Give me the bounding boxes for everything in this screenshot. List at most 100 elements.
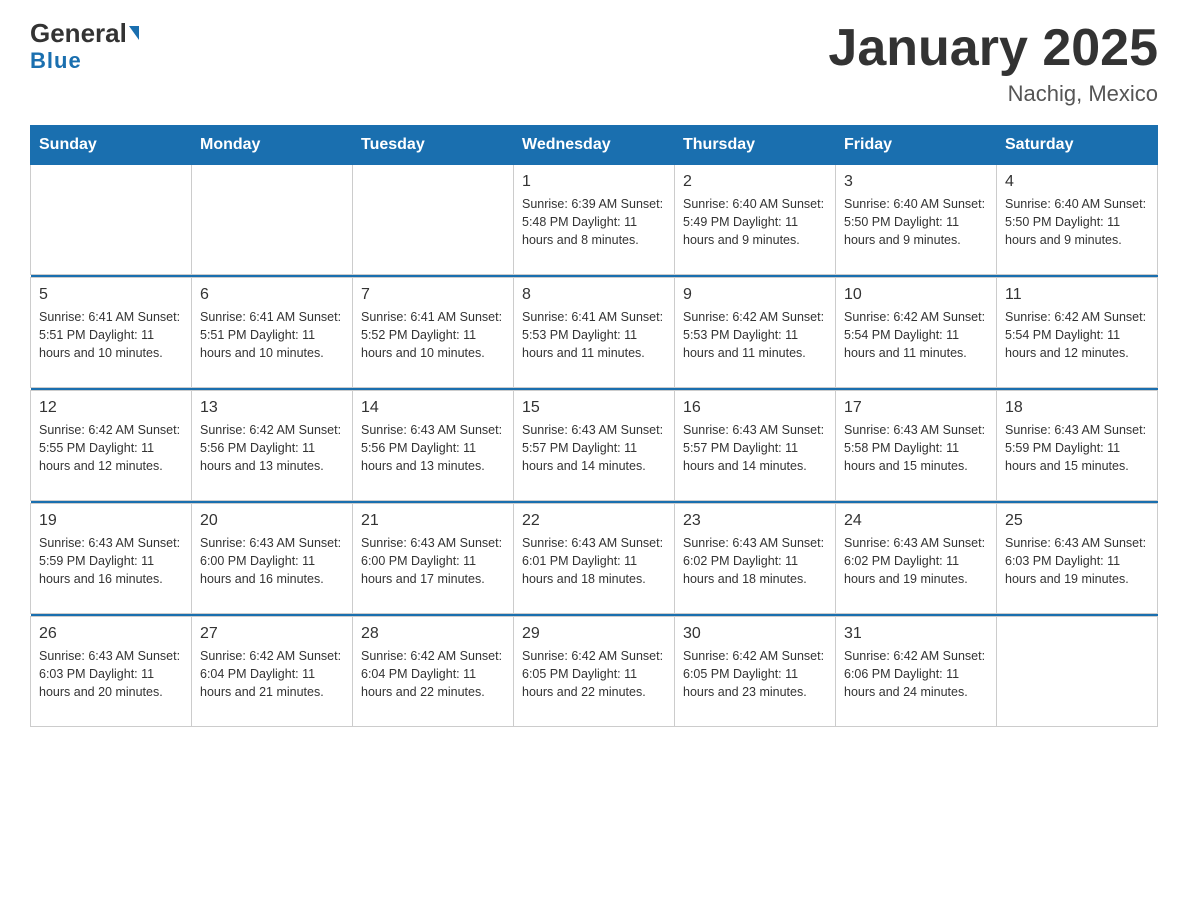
calendar-week-row: 1Sunrise: 6:39 AM Sunset: 5:48 PM Daylig… <box>31 165 1158 275</box>
day-number: 4 <box>1005 173 1149 191</box>
calendar-cell <box>31 165 192 275</box>
day-number: 9 <box>683 286 827 304</box>
day-number: 8 <box>522 286 666 304</box>
day-info: Sunrise: 6:40 AM Sunset: 5:49 PM Dayligh… <box>683 195 827 249</box>
day-number: 7 <box>361 286 505 304</box>
day-number: 18 <box>1005 399 1149 417</box>
day-number: 28 <box>361 625 505 643</box>
day-info: Sunrise: 6:42 AM Sunset: 6:04 PM Dayligh… <box>200 647 344 701</box>
day-info: Sunrise: 6:43 AM Sunset: 5:59 PM Dayligh… <box>39 534 183 588</box>
day-info: Sunrise: 6:43 AM Sunset: 6:03 PM Dayligh… <box>39 647 183 701</box>
day-number: 5 <box>39 286 183 304</box>
calendar-cell: 12 Sunrise: 6:42 AM Sunset: 5:55 PM Dayli… <box>31 391 192 501</box>
day-number: 31 <box>844 625 988 643</box>
day-number: 14 <box>361 399 505 417</box>
day-info: Sunrise: 6:41 AM Sunset: 5:51 PM Dayligh… <box>39 308 183 362</box>
calendar-table: SundayMondayTuesdayWednesdayThursdayFrid… <box>30 125 1158 727</box>
calendar-cell <box>192 165 353 275</box>
day-info: Sunrise: 6:42 AM Sunset: 5:56 PM Dayligh… <box>200 421 344 475</box>
calendar-cell: 27Sunrise: 6:42 AM Sunset: 6:04 PM Dayli… <box>192 617 353 727</box>
calendar-cell: 18 Sunrise: 6:43 AM Sunset: 5:59 PM Dayli… <box>997 391 1158 501</box>
day-info: Sunrise: 6:43 AM Sunset: 6:01 PM Dayligh… <box>522 534 666 588</box>
calendar-cell: 26 Sunrise: 6:43 AM Sunset: 6:03 PM Dayli… <box>31 617 192 727</box>
logo-text: General <box>30 20 139 46</box>
day-number: 29 <box>522 625 666 643</box>
calendar-day-header: Friday <box>836 126 997 165</box>
calendar-day-header: Saturday <box>997 126 1158 165</box>
logo-arrow-icon <box>129 26 139 40</box>
calendar-day-header: Thursday <box>675 126 836 165</box>
day-info: Sunrise: 6:43 AM Sunset: 5:56 PM Dayligh… <box>361 421 505 475</box>
calendar-cell: 8 Sunrise: 6:41 AM Sunset: 5:53 PM Daylig… <box>514 278 675 388</box>
day-number: 24 <box>844 512 988 530</box>
day-number: 21 <box>361 512 505 530</box>
day-info: Sunrise: 6:42 AM Sunset: 6:06 PM Dayligh… <box>844 647 988 701</box>
day-number: 30 <box>683 625 827 643</box>
calendar-header-row: SundayMondayTuesdayWednesdayThursdayFrid… <box>31 126 1158 165</box>
day-number: 17 <box>844 399 988 417</box>
calendar-cell: 3 Sunrise: 6:40 AM Sunset: 5:50 PM Daylig… <box>836 165 997 275</box>
day-info: Sunrise: 6:42 AM Sunset: 5:55 PM Dayligh… <box>39 421 183 475</box>
calendar-cell: 14 Sunrise: 6:43 AM Sunset: 5:56 PM Dayli… <box>353 391 514 501</box>
calendar-cell: 7 Sunrise: 6:41 AM Sunset: 5:52 PM Daylig… <box>353 278 514 388</box>
calendar-cell: 5 Sunrise: 6:41 AM Sunset: 5:51 PM Daylig… <box>31 278 192 388</box>
day-info: Sunrise: 6:42 AM Sunset: 5:54 PM Dayligh… <box>844 308 988 362</box>
calendar-subtitle: Nachig, Mexico <box>828 81 1158 107</box>
title-area: January 2025 Nachig, Mexico <box>828 20 1158 107</box>
calendar-week-row: 19Sunrise: 6:43 AM Sunset: 5:59 PM Dayli… <box>31 504 1158 614</box>
day-info: Sunrise: 6:43 AM Sunset: 6:02 PM Dayligh… <box>683 534 827 588</box>
day-info: Sunrise: 6:43 AM Sunset: 6:02 PM Dayligh… <box>844 534 988 588</box>
calendar-cell: 21Sunrise: 6:43 AM Sunset: 6:00 PM Dayli… <box>353 504 514 614</box>
calendar-cell: 2 Sunrise: 6:40 AM Sunset: 5:49 PM Daylig… <box>675 165 836 275</box>
calendar-cell: 31 Sunrise: 6:42 AM Sunset: 6:06 PM Dayli… <box>836 617 997 727</box>
calendar-cell: 20 Sunrise: 6:43 AM Sunset: 6:00 PM Dayli… <box>192 504 353 614</box>
day-info: Sunrise: 6:39 AM Sunset: 5:48 PM Dayligh… <box>522 195 666 249</box>
day-info: Sunrise: 6:43 AM Sunset: 6:00 PM Dayligh… <box>200 534 344 588</box>
day-number: 16 <box>683 399 827 417</box>
day-number: 13 <box>200 399 344 417</box>
day-info: Sunrise: 6:43 AM Sunset: 5:57 PM Dayligh… <box>683 421 827 475</box>
calendar-cell: 10 Sunrise: 6:42 AM Sunset: 5:54 PM Dayli… <box>836 278 997 388</box>
day-info: Sunrise: 6:40 AM Sunset: 5:50 PM Dayligh… <box>844 195 988 249</box>
calendar-cell: 19Sunrise: 6:43 AM Sunset: 5:59 PM Dayli… <box>31 504 192 614</box>
day-number: 11 <box>1005 286 1149 304</box>
day-number: 6 <box>200 286 344 304</box>
day-number: 2 <box>683 173 827 191</box>
day-number: 10 <box>844 286 988 304</box>
calendar-cell: 29Sunrise: 6:42 AM Sunset: 6:05 PM Dayli… <box>514 617 675 727</box>
day-number: 12 <box>39 399 183 417</box>
day-info: Sunrise: 6:41 AM Sunset: 5:53 PM Dayligh… <box>522 308 666 362</box>
calendar-cell: 15Sunrise: 6:43 AM Sunset: 5:57 PM Dayli… <box>514 391 675 501</box>
day-info: Sunrise: 6:43 AM Sunset: 5:59 PM Dayligh… <box>1005 421 1149 475</box>
calendar-day-header: Monday <box>192 126 353 165</box>
day-info: Sunrise: 6:42 AM Sunset: 5:54 PM Dayligh… <box>1005 308 1149 362</box>
calendar-cell: 1Sunrise: 6:39 AM Sunset: 5:48 PM Daylig… <box>514 165 675 275</box>
page-header: General Blue January 2025 Nachig, Mexico <box>30 20 1158 107</box>
day-info: Sunrise: 6:42 AM Sunset: 6:05 PM Dayligh… <box>683 647 827 701</box>
day-number: 22 <box>522 512 666 530</box>
day-number: 3 <box>844 173 988 191</box>
calendar-week-row: 12 Sunrise: 6:42 AM Sunset: 5:55 PM Dayli… <box>31 391 1158 501</box>
calendar-cell: 11 Sunrise: 6:42 AM Sunset: 5:54 PM Dayli… <box>997 278 1158 388</box>
calendar-cell <box>997 617 1158 727</box>
calendar-cell: 30 Sunrise: 6:42 AM Sunset: 6:05 PM Dayli… <box>675 617 836 727</box>
calendar-cell: 22 Sunrise: 6:43 AM Sunset: 6:01 PM Dayli… <box>514 504 675 614</box>
day-info: Sunrise: 6:41 AM Sunset: 5:52 PM Dayligh… <box>361 308 505 362</box>
calendar-cell: 16 Sunrise: 6:43 AM Sunset: 5:57 PM Dayli… <box>675 391 836 501</box>
calendar-week-row: 5 Sunrise: 6:41 AM Sunset: 5:51 PM Daylig… <box>31 278 1158 388</box>
calendar-cell: 28Sunrise: 6:42 AM Sunset: 6:04 PM Dayli… <box>353 617 514 727</box>
calendar-cell: 9Sunrise: 6:42 AM Sunset: 5:53 PM Daylig… <box>675 278 836 388</box>
calendar-cell: 13 Sunrise: 6:42 AM Sunset: 5:56 PM Dayli… <box>192 391 353 501</box>
calendar-title: January 2025 <box>828 20 1158 77</box>
day-info: Sunrise: 6:43 AM Sunset: 5:57 PM Dayligh… <box>522 421 666 475</box>
calendar-day-header: Sunday <box>31 126 192 165</box>
calendar-cell: 23 Sunrise: 6:43 AM Sunset: 6:02 PM Dayli… <box>675 504 836 614</box>
day-number: 25 <box>1005 512 1149 530</box>
day-number: 26 <box>39 625 183 643</box>
day-number: 23 <box>683 512 827 530</box>
day-info: Sunrise: 6:43 AM Sunset: 6:03 PM Dayligh… <box>1005 534 1149 588</box>
day-number: 20 <box>200 512 344 530</box>
calendar-day-header: Wednesday <box>514 126 675 165</box>
day-info: Sunrise: 6:41 AM Sunset: 5:51 PM Dayligh… <box>200 308 344 362</box>
calendar-cell: 6 Sunrise: 6:41 AM Sunset: 5:51 PM Daylig… <box>192 278 353 388</box>
